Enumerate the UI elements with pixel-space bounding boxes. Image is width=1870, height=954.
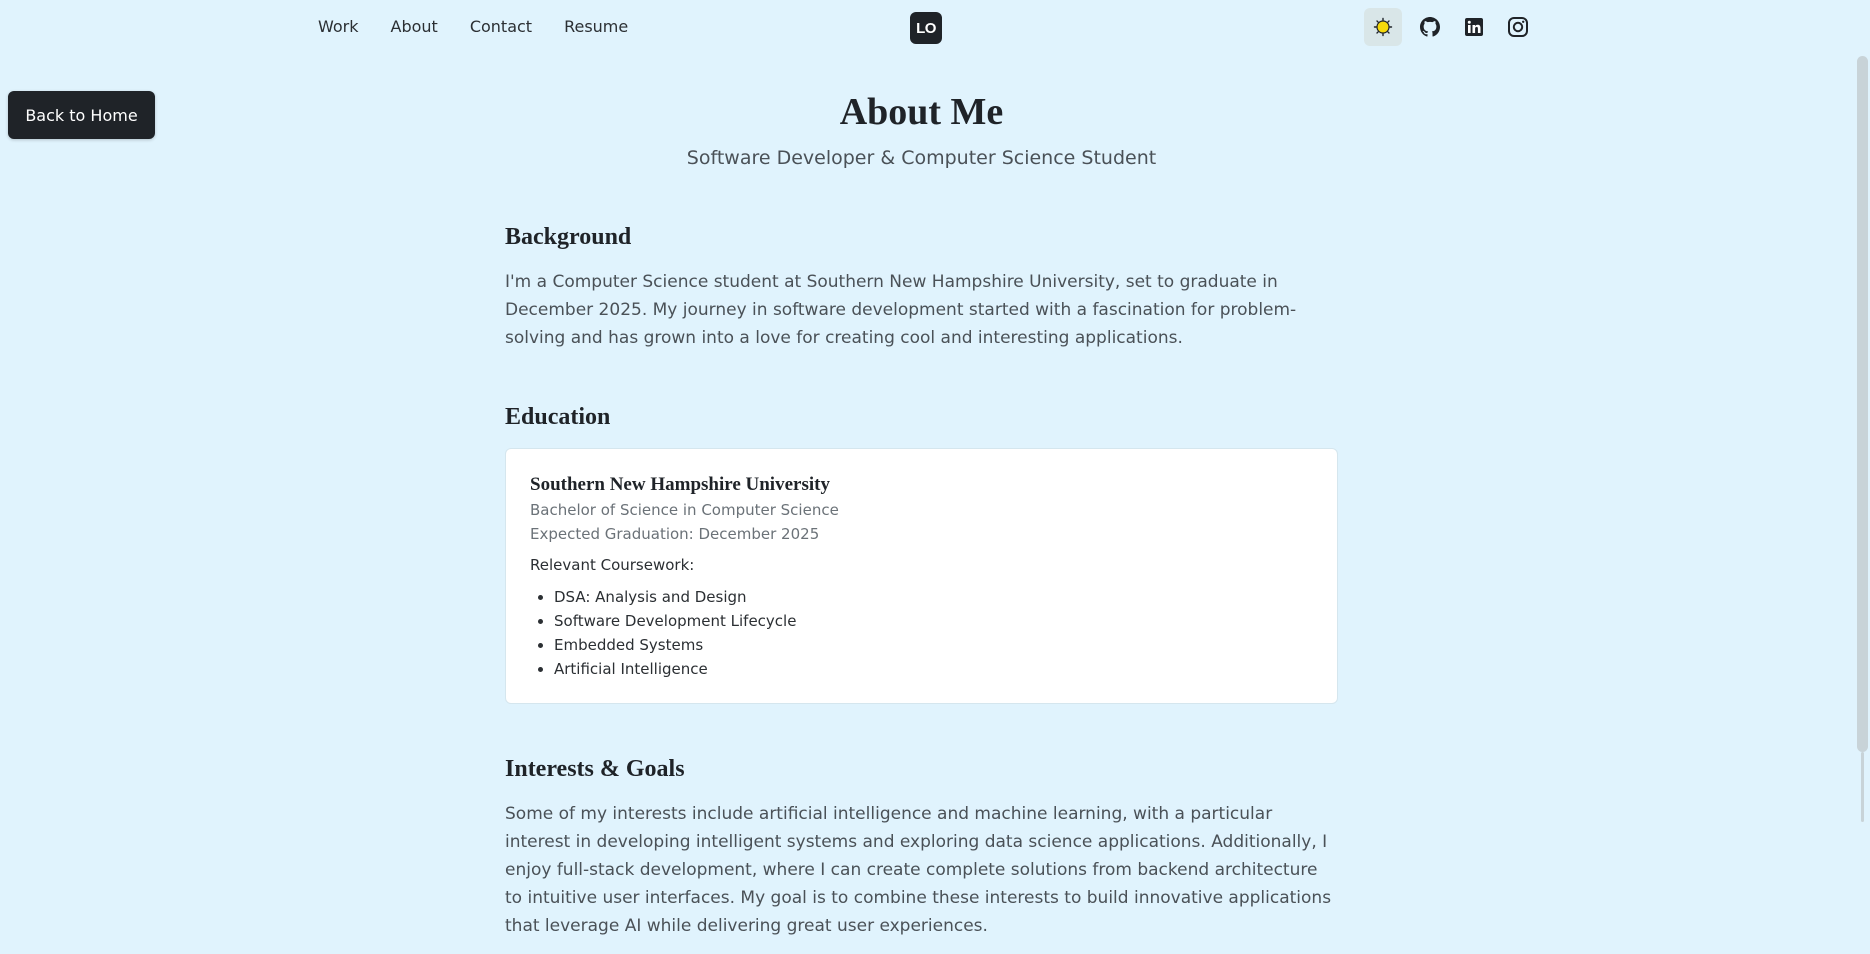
university-name: Southern New Hampshire University — [530, 474, 830, 495]
scrollbar-track-end — [1861, 752, 1864, 822]
main-content: About Me Software Developer & Computer S… — [505, 88, 1338, 940]
sun-icon — [1373, 17, 1393, 37]
back-to-home-button[interactable]: Back to Home — [8, 91, 155, 139]
github-icon — [1420, 17, 1440, 37]
coursework-item: Software Development Lifecycle — [554, 609, 1313, 633]
coursework-label: Relevant Coursework: — [530, 556, 695, 574]
scrollbar-thumb[interactable] — [1857, 56, 1868, 752]
graduation-date: Expected Graduation: December 2025 — [530, 525, 820, 543]
coursework-item: DSA: Analysis and Design — [554, 585, 1313, 609]
page-subtitle: Software Developer & Computer Science St… — [686, 147, 1157, 169]
interests-section: Interests & Goals Some of my interests i… — [505, 754, 1338, 940]
background-text: I'm a Computer Science student at Southe… — [505, 272, 1297, 348]
page-title: About Me — [839, 91, 1004, 133]
nav-links: Work About Contact Resume — [318, 17, 660, 37]
nav-link-about[interactable]: About — [391, 17, 438, 37]
nav-link-contact[interactable]: Contact — [470, 17, 532, 37]
instagram-link[interactable] — [1506, 15, 1530, 39]
education-title: Education — [505, 404, 611, 430]
instagram-icon — [1508, 17, 1528, 37]
linkedin-link[interactable] — [1462, 15, 1486, 39]
github-link[interactable] — [1418, 15, 1442, 39]
nav-link-work[interactable]: Work — [318, 17, 359, 37]
nav-link-resume[interactable]: Resume — [564, 17, 628, 37]
linkedin-icon — [1465, 18, 1483, 36]
education-section: Education Southern New Hampshire Univers… — [505, 402, 1338, 704]
background-section: Background I'm a Computer Science studen… — [505, 222, 1338, 352]
background-title: Background — [505, 224, 632, 250]
scrollbar[interactable] — [1855, 0, 1870, 954]
nav-actions — [1364, 8, 1530, 46]
coursework-item: Artificial Intelligence — [554, 657, 1313, 681]
logo[interactable]: LO — [910, 12, 942, 44]
interests-title: Interests & Goals — [505, 756, 685, 782]
theme-toggle-button[interactable] — [1364, 8, 1402, 46]
coursework-item: Embedded Systems — [554, 633, 1313, 657]
degree: Bachelor of Science in Computer Science — [530, 501, 839, 519]
coursework-list: DSA: Analysis and Design Software Develo… — [530, 585, 1313, 681]
interests-text: Some of my interests include artificial … — [505, 804, 1332, 936]
education-card: Southern New Hampshire University Bachel… — [505, 448, 1338, 704]
